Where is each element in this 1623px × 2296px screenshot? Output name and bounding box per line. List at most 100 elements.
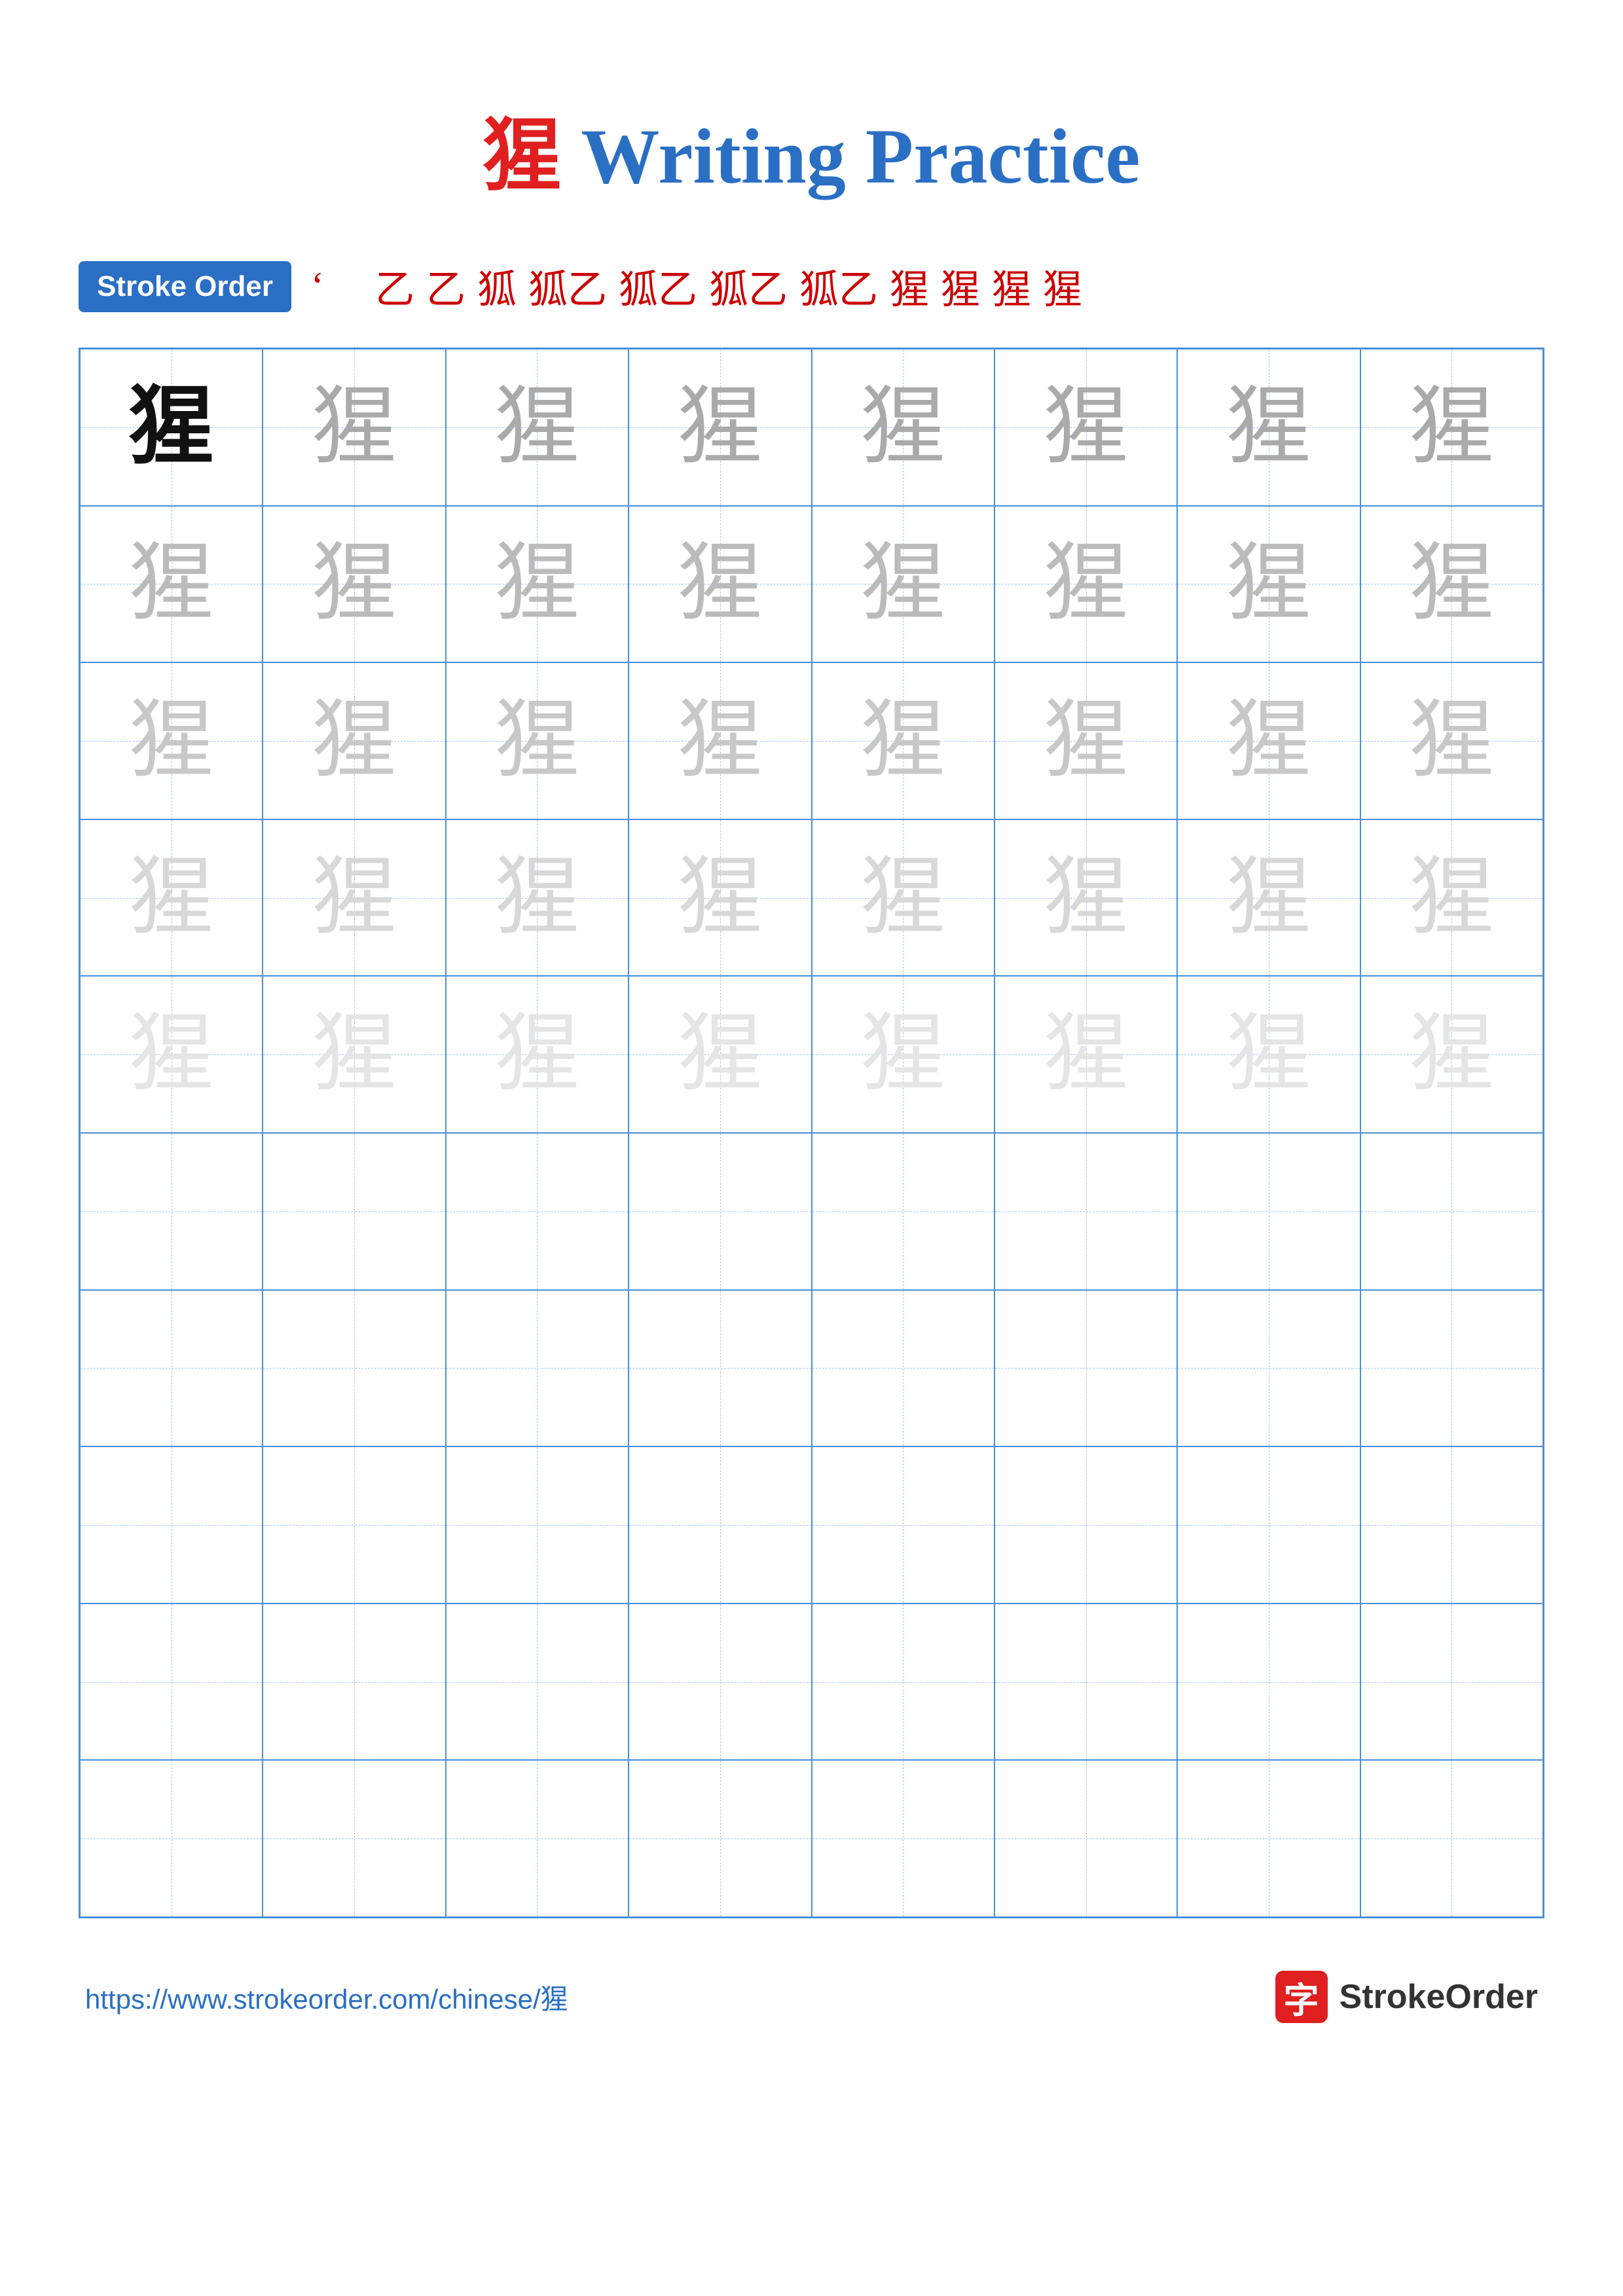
grid-cell[interactable] — [812, 1604, 994, 1761]
grid-cell[interactable] — [629, 1446, 811, 1604]
grid-cell[interactable]: 猩 — [80, 662, 263, 819]
grid-cell[interactable] — [994, 1760, 1177, 1917]
stroke-order-badge: Stroke Order — [79, 261, 291, 312]
grid-cell[interactable]: 猩 — [1360, 506, 1543, 663]
grid-cell[interactable] — [994, 1133, 1177, 1290]
title-eng: Writing Practice — [581, 113, 1140, 200]
grid-cell[interactable]: 猩 — [446, 976, 629, 1133]
grid-cell[interactable] — [994, 1604, 1177, 1761]
grid-cell[interactable] — [1177, 1290, 1360, 1447]
grid-cell[interactable] — [629, 1760, 811, 1917]
practice-char: 猩 — [1409, 855, 1494, 941]
grid-cell[interactable]: 猩 — [80, 819, 263, 977]
grid-cell[interactable]: 猩 — [812, 662, 994, 819]
grid-cell[interactable]: 猩 — [1177, 506, 1360, 663]
grid-cell[interactable] — [1177, 1604, 1360, 1761]
grid-cell[interactable] — [263, 1290, 445, 1447]
grid-cell[interactable] — [1360, 1133, 1543, 1290]
grid-cell[interactable]: 猩 — [1360, 349, 1543, 506]
grid-cell[interactable] — [1360, 1760, 1543, 1917]
grid-cell[interactable]: 猩 — [1177, 976, 1360, 1133]
grid-cell[interactable]: 猩 — [994, 349, 1177, 506]
grid-cell[interactable]: 猩 — [446, 819, 629, 977]
grid-cell[interactable] — [812, 1133, 994, 1290]
practice-char: 猩 — [1226, 698, 1311, 783]
grid-cell[interactable]: 猩 — [812, 349, 994, 506]
grid-cell[interactable]: 猩 — [1177, 349, 1360, 506]
grid-cell[interactable] — [1177, 1760, 1360, 1917]
practice-char: 猩 — [1044, 1012, 1129, 1097]
grid-cell[interactable] — [263, 1760, 445, 1917]
grid-cell[interactable]: 猩 — [263, 819, 445, 977]
grid-cell[interactable]: 猩 — [629, 976, 811, 1133]
practice-char: 猩 — [1409, 1012, 1494, 1097]
grid-cell[interactable]: 猩 — [446, 506, 629, 663]
grid-cell[interactable] — [629, 1133, 811, 1290]
grid-cell[interactable]: 猩 — [80, 976, 263, 1133]
stroke-4: 狐 — [477, 258, 517, 315]
practice-char: 猩 — [494, 1012, 579, 1097]
grid-cell[interactable]: 猩 — [263, 349, 445, 506]
grid-cell[interactable]: 猩 — [994, 819, 1177, 977]
stroke-12: 猩 — [1043, 258, 1082, 315]
grid-cell[interactable] — [446, 1760, 629, 1917]
grid-cell[interactable] — [80, 1290, 263, 1447]
grid-cell[interactable] — [446, 1133, 629, 1290]
grid-cell[interactable] — [80, 1446, 263, 1604]
grid-cell[interactable]: 猩 — [80, 349, 263, 506]
practice-char: 猩 — [860, 698, 945, 783]
grid-cell[interactable] — [446, 1446, 629, 1604]
grid-cell[interactable]: 猩 — [994, 976, 1177, 1133]
grid-cell[interactable]: 猩 — [263, 506, 445, 663]
grid-cell[interactable]: 猩 — [812, 506, 994, 663]
practice-char: 猩 — [312, 385, 397, 470]
grid-cell[interactable] — [80, 1133, 263, 1290]
practice-char: 猩 — [494, 698, 579, 783]
grid-cell[interactable]: 猩 — [629, 662, 811, 819]
grid-cell[interactable] — [629, 1290, 811, 1447]
grid-cell[interactable] — [629, 1604, 811, 1761]
grid-cell[interactable] — [812, 1290, 994, 1447]
grid-cell[interactable]: 猩 — [1360, 662, 1543, 819]
grid-cell[interactable] — [446, 1290, 629, 1447]
grid-cell[interactable] — [812, 1760, 994, 1917]
grid-cell[interactable]: 猩 — [263, 662, 445, 819]
grid-cell[interactable]: 猩 — [812, 819, 994, 977]
grid-cell[interactable]: 猩 — [1360, 976, 1543, 1133]
grid-cell[interactable]: 猩 — [80, 506, 263, 663]
grid-cell[interactable] — [80, 1760, 263, 1917]
grid-cell[interactable]: 猩 — [1177, 819, 1360, 977]
grid-cell[interactable] — [1177, 1446, 1360, 1604]
practice-char: 猩 — [129, 385, 214, 470]
grid-cell[interactable] — [812, 1446, 994, 1604]
grid-cell[interactable]: 猩 — [629, 506, 811, 663]
grid-cell[interactable]: 猩 — [1360, 819, 1543, 977]
grid-cell[interactable]: 猩 — [1177, 662, 1360, 819]
grid-cell[interactable]: 猩 — [446, 349, 629, 506]
grid-cell[interactable] — [1360, 1290, 1543, 1447]
grid-cell[interactable]: 猩 — [994, 662, 1177, 819]
grid-cell[interactable]: 猩 — [994, 506, 1177, 663]
grid-cell[interactable] — [1177, 1133, 1360, 1290]
footer-brand-icon: 字 — [1275, 1971, 1328, 2023]
practice-char: 猩 — [1409, 385, 1494, 470]
stroke-3: 乙 — [426, 258, 465, 315]
grid-cell[interactable]: 猩 — [446, 662, 629, 819]
practice-char: 猩 — [1044, 385, 1129, 470]
grid-cell[interactable] — [994, 1446, 1177, 1604]
grid-cell[interactable] — [263, 1133, 445, 1290]
grid-cell[interactable] — [263, 1604, 445, 1761]
grid-cell[interactable]: 猩 — [629, 819, 811, 977]
grid-cell[interactable] — [446, 1604, 629, 1761]
grid-cell[interactable] — [994, 1290, 1177, 1447]
stroke-2: 乙 — [336, 258, 414, 315]
grid-cell[interactable]: 猩 — [812, 976, 994, 1133]
stroke-7: 狐乙 — [709, 258, 788, 315]
grid-cell[interactable] — [263, 1446, 445, 1604]
grid-cell[interactable] — [1360, 1604, 1543, 1761]
grid-cell[interactable] — [1360, 1446, 1543, 1604]
grid-cell[interactable]: 猩 — [263, 976, 445, 1133]
practice-char: 猩 — [1226, 1012, 1311, 1097]
grid-cell[interactable] — [80, 1604, 263, 1761]
grid-cell[interactable]: 猩 — [629, 349, 811, 506]
